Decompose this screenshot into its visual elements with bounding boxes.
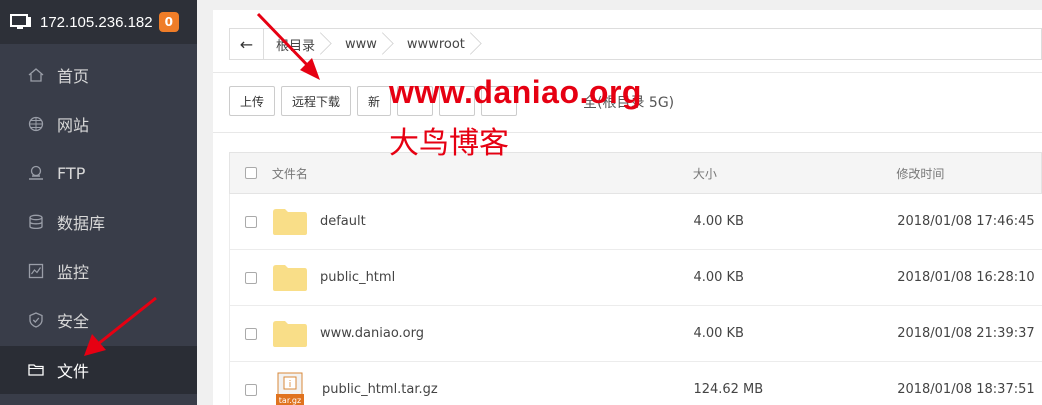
arrow-left-icon: ← bbox=[239, 34, 254, 54]
svg-text:i: i bbox=[289, 380, 292, 390]
remote-download-button[interactable]: 远程下载 bbox=[281, 86, 352, 116]
header-size[interactable]: 大小 bbox=[693, 165, 897, 182]
sidebar-item-label: 数据库 bbox=[57, 214, 106, 233]
sidebar: 172.105.236.182 0 首页 网站 FTP 数据库 监控 安全 文件 bbox=[0, 0, 197, 405]
sidebar-item-label: 网站 bbox=[57, 116, 90, 135]
file-name[interactable]: default bbox=[320, 214, 366, 229]
table-row[interactable]: i tar.gz public_html.tar.gz 124.62 MB 20… bbox=[229, 362, 1042, 405]
monitor-icon bbox=[10, 14, 31, 29]
monitor-chart-icon bbox=[28, 263, 44, 279]
divider bbox=[213, 132, 1042, 133]
file-manager-panel: ← 根目录 www wwwroot 上传 远程下载 新 全(根目录 5G) 文件… bbox=[213, 10, 1042, 405]
sidebar-item-home[interactable]: 首页 bbox=[0, 51, 197, 99]
row-checkbox[interactable] bbox=[244, 383, 257, 396]
breadcrumb-item-www[interactable]: www bbox=[333, 29, 395, 59]
row-checkbox[interactable] bbox=[244, 215, 257, 228]
sidebar-item-label: 监控 bbox=[57, 263, 90, 282]
sidebar-item-label: 首页 bbox=[57, 67, 90, 86]
folder-icon bbox=[28, 364, 44, 376]
table-row[interactable]: public_html 4.00 KB 2018/01/08 16:28:10 bbox=[229, 250, 1042, 306]
ftp-icon bbox=[29, 165, 43, 180]
watermark-title: 大鸟博客 bbox=[389, 126, 509, 161]
file-type-label: tar.gz bbox=[279, 396, 301, 405]
file-modified: 2018/01/08 16:28:10 bbox=[897, 270, 1035, 285]
sidebar-item-security[interactable]: 安全 bbox=[0, 296, 197, 344]
header-modified[interactable]: 修改时间 bbox=[896, 165, 1041, 182]
table-row[interactable]: default 4.00 KB 2018/01/08 17:46:45 bbox=[229, 194, 1042, 250]
file-size: 4.00 KB bbox=[693, 326, 744, 341]
sidebar-item-monitoring[interactable]: 监控 bbox=[0, 247, 197, 295]
watermark-url: www.daniao.org bbox=[389, 74, 642, 110]
sidebar-item-database[interactable]: 数据库 bbox=[0, 198, 197, 246]
file-modified: 2018/01/08 18:37:51 bbox=[897, 382, 1035, 397]
folder-icon bbox=[272, 320, 307, 347]
breadcrumb: ← 根目录 www wwwroot bbox=[229, 28, 1042, 60]
row-checkbox[interactable] bbox=[244, 327, 257, 340]
shield-icon bbox=[29, 312, 43, 328]
row-checkbox[interactable] bbox=[244, 271, 257, 284]
file-table: 文件名 大小 修改时间 default 4.00 KB 2018/01/08 1… bbox=[229, 152, 1042, 405]
database-icon bbox=[29, 214, 43, 230]
sidebar-item-label: FTP bbox=[57, 163, 86, 183]
file-name[interactable]: public_html.tar.gz bbox=[322, 382, 438, 397]
sidebar-item-label: 文件 bbox=[57, 362, 90, 381]
file-name[interactable]: www.daniao.org bbox=[320, 326, 424, 341]
folder-icon bbox=[272, 208, 307, 235]
select-all-checkbox[interactable] bbox=[244, 167, 257, 179]
sidebar-item-label: 安全 bbox=[57, 312, 90, 331]
file-modified: 2018/01/08 21:39:37 bbox=[897, 326, 1035, 341]
archive-file-icon: i tar.gz bbox=[275, 372, 304, 405]
server-header: 172.105.236.182 0 bbox=[0, 0, 197, 44]
file-name[interactable]: public_html bbox=[320, 270, 395, 285]
sidebar-item-ftp[interactable]: FTP bbox=[0, 149, 197, 197]
folder-icon bbox=[272, 264, 307, 291]
back-button[interactable]: ← bbox=[230, 29, 264, 59]
file-size: 124.62 MB bbox=[693, 382, 764, 397]
breadcrumb-item-root[interactable]: 根目录 bbox=[264, 29, 333, 59]
sidebar-item-files[interactable]: 文件 bbox=[0, 346, 197, 394]
table-row[interactable]: www.daniao.org 4.00 KB 2018/01/08 21:39:… bbox=[229, 306, 1042, 362]
file-size: 4.00 KB bbox=[693, 214, 744, 229]
header-name[interactable]: 文件名 bbox=[272, 165, 693, 182]
table-header: 文件名 大小 修改时间 bbox=[229, 152, 1042, 194]
sidebar-item-websites[interactable]: 网站 bbox=[0, 100, 197, 148]
file-size: 4.00 KB bbox=[693, 270, 744, 285]
new-button[interactable]: 新 bbox=[357, 86, 392, 116]
file-modified: 2018/01/08 17:46:45 bbox=[897, 214, 1035, 229]
upload-button[interactable]: 上传 bbox=[229, 86, 276, 116]
notification-badge[interactable]: 0 bbox=[158, 12, 179, 32]
server-ip: 172.105.236.182 bbox=[40, 13, 153, 31]
breadcrumb-item-wwwroot[interactable]: wwwroot bbox=[395, 29, 483, 59]
home-icon bbox=[28, 68, 44, 82]
divider bbox=[213, 72, 1042, 73]
globe-icon bbox=[28, 116, 44, 132]
